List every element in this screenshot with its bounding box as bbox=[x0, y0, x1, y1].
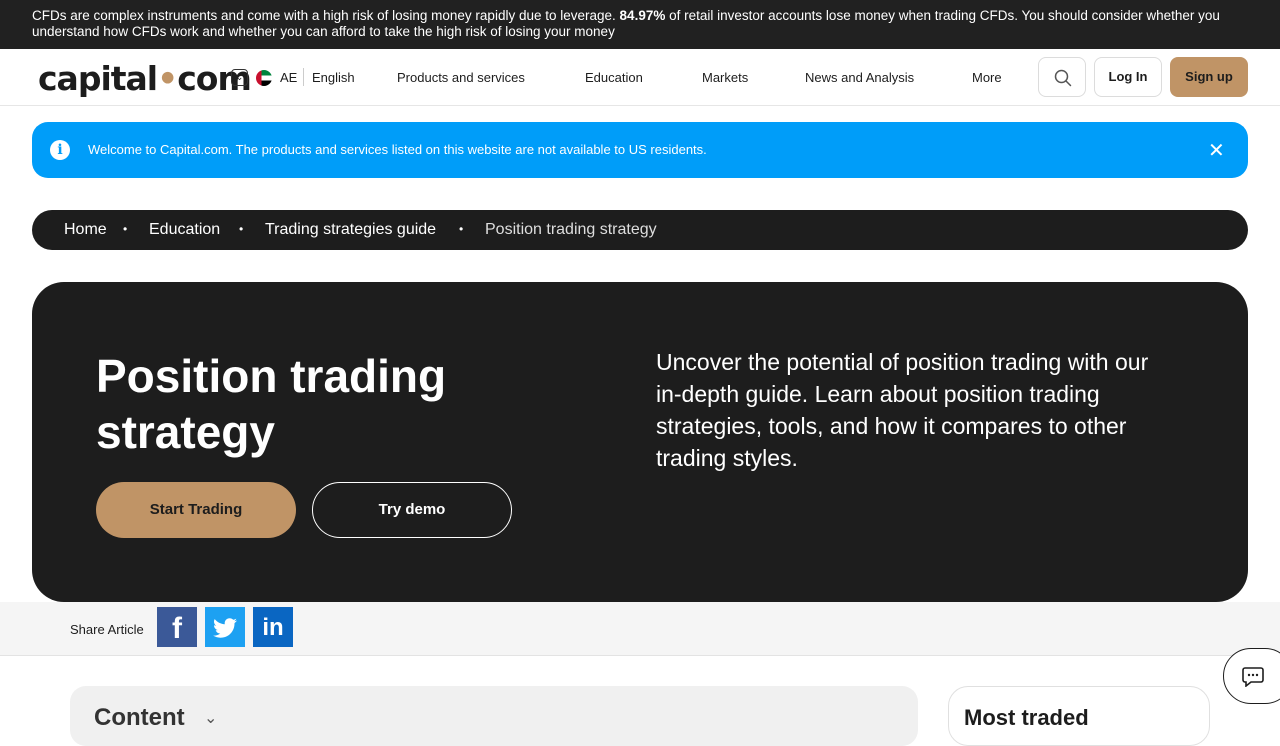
breadcrumb-home[interactable]: Home bbox=[64, 221, 107, 239]
site-header: capital•com ⌄ AE English Products and se… bbox=[0, 49, 1280, 106]
logo-dot: • bbox=[157, 59, 178, 98]
capital-com-logo[interactable]: capital•com bbox=[38, 59, 252, 98]
region-selector[interactable]: AE bbox=[280, 70, 297, 85]
nav-more[interactable]: More bbox=[972, 70, 1002, 85]
risk-warning-banner: CFDs are complex instruments and come wi… bbox=[0, 0, 1280, 49]
chevron-down-icon[interactable]: ⌄ bbox=[204, 708, 217, 728]
twitter-icon[interactable] bbox=[205, 607, 245, 647]
breadcrumb-separator: • bbox=[123, 222, 128, 236]
most-traded-title: Most traded bbox=[964, 705, 1089, 730]
share-bar: Share Article f in bbox=[0, 602, 1280, 656]
breadcrumb-separator: • bbox=[459, 222, 464, 236]
logo-text-left: capital bbox=[38, 59, 158, 98]
chat-icon bbox=[1242, 667, 1264, 687]
chat-button[interactable] bbox=[1223, 648, 1280, 704]
nav-markets[interactable]: Markets bbox=[702, 70, 748, 85]
breadcrumb-education[interactable]: Education bbox=[149, 221, 220, 239]
linkedin-icon[interactable]: in bbox=[253, 607, 293, 647]
start-trading-button[interactable]: Start Trading bbox=[96, 482, 296, 538]
uae-flag-icon[interactable] bbox=[256, 70, 272, 86]
breadcrumb: Home • Education • Trading strategies gu… bbox=[32, 210, 1248, 250]
hero-section: Position trading strategy Uncover the po… bbox=[32, 282, 1248, 602]
breadcrumb-current: Position trading strategy bbox=[485, 221, 657, 238]
risk-text-before: CFDs are complex instruments and come wi… bbox=[32, 8, 616, 23]
divider bbox=[303, 68, 304, 86]
table-of-contents[interactable]: Content ⌄ bbox=[70, 686, 918, 746]
breadcrumb-trading-strategies-guide[interactable]: Trading strategies guide bbox=[265, 221, 436, 239]
nav-products-and-services[interactable]: Products and services bbox=[397, 70, 525, 85]
share-label: Share Article bbox=[70, 622, 144, 637]
nav-news-and-analysis[interactable]: News and Analysis bbox=[805, 70, 914, 85]
hero-description: Uncover the potential of position tradin… bbox=[656, 349, 1149, 471]
notice-message: Welcome to Capital.com. The products and… bbox=[88, 142, 707, 157]
us-residents-notice: i Welcome to Capital.com. The products a… bbox=[32, 122, 1248, 178]
risk-percent: 84.97% bbox=[619, 8, 666, 23]
most-traded-widget: Most traded bbox=[948, 686, 1210, 746]
close-icon[interactable]: ✕ bbox=[1208, 138, 1225, 163]
search-button[interactable] bbox=[1038, 57, 1086, 97]
language-selector[interactable]: English bbox=[312, 70, 355, 85]
info-icon: i bbox=[50, 140, 70, 160]
content-title: Content bbox=[94, 704, 185, 731]
facebook-icon[interactable]: f bbox=[157, 607, 197, 647]
breadcrumb-separator: • bbox=[239, 222, 244, 236]
search-icon bbox=[1054, 69, 1072, 87]
nav-education[interactable]: Education bbox=[585, 70, 643, 85]
chevron-down-icon[interactable]: ⌄ bbox=[231, 69, 248, 86]
try-demo-button[interactable]: Try demo bbox=[312, 482, 512, 538]
signup-button[interactable]: Sign up bbox=[1170, 57, 1248, 97]
twitter-bird-icon bbox=[213, 618, 237, 638]
page-title: Position trading strategy bbox=[96, 350, 447, 458]
login-button[interactable]: Log In bbox=[1094, 57, 1162, 97]
